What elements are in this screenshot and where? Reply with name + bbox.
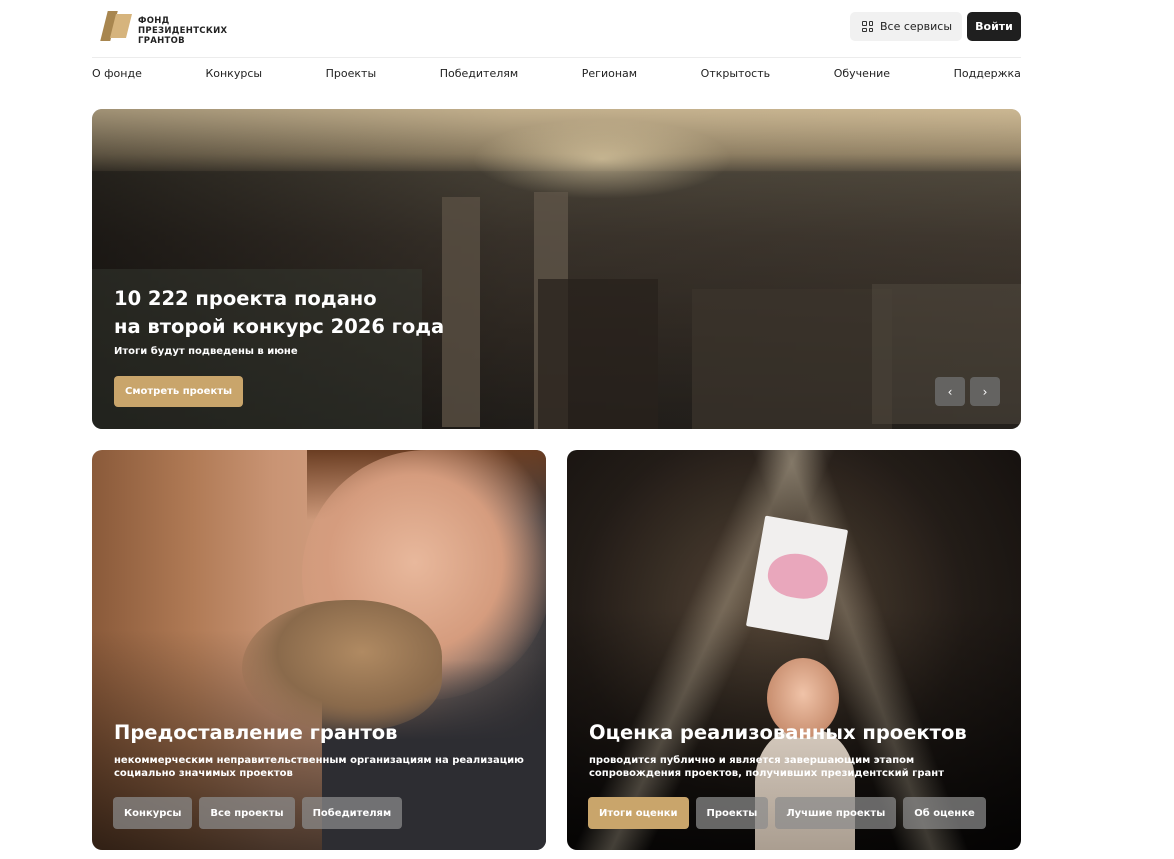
view-projects-button[interactable]: Смотреть проекты [114, 376, 244, 407]
nav-item-regions[interactable]: Регионам [582, 67, 637, 85]
projects-button[interactable]: Проекты [695, 797, 769, 829]
grants-card: Предоставление грантов некоммерческим не… [92, 450, 546, 850]
grants-card-buttons: Конкурсы Все проекты Победителям [113, 797, 403, 829]
hero-building [442, 197, 480, 427]
nav-item-projects[interactable]: Проекты [326, 67, 377, 85]
nav-item-about[interactable]: О фонде [92, 67, 142, 85]
logo[interactable]: ФОНД ПРЕЗИДЕНТСКИХ ГРАНТОВ [98, 6, 227, 46]
evaluation-card-buttons: Итоги оценки Проекты Лучшие проекты Об о… [588, 797, 986, 829]
hero-title: 10 222 проекта подано на второй конкурс … [114, 285, 444, 341]
slider-prev-button[interactable]: ‹ [935, 377, 965, 406]
all-projects-button[interactable]: Все проекты [199, 797, 295, 829]
main-nav: О фонде Конкурсы Проекты Победителям Рег… [92, 67, 1021, 85]
chevron-left-icon: ‹ [947, 384, 953, 399]
evaluation-card: Оценка реализованных проектов проводится… [567, 450, 1021, 850]
card-photo-child-body [755, 730, 855, 850]
nav-item-education[interactable]: Обучение [834, 67, 890, 85]
evaluation-card-description: проводится публично и является завершающ… [589, 755, 944, 779]
hero-title-line-2: на второй конкурс 2026 года [114, 315, 445, 338]
card-photo-puppy [242, 600, 442, 730]
hero-building [692, 289, 892, 429]
evaluation-card-title: Оценка реализованных проектов [589, 721, 967, 744]
hero-building [538, 279, 658, 429]
nav-item-openness[interactable]: Открытость [701, 67, 770, 85]
all-services-label: Все сервисы [880, 20, 953, 33]
hero-subtitle: Итоги будут подведены в июне [114, 346, 298, 357]
best-projects-button[interactable]: Лучшие проекты [775, 797, 897, 829]
all-services-button[interactable]: Все сервисы [850, 12, 963, 41]
hero-banner: 10 222 проекта подано на второй конкурс … [92, 109, 1021, 429]
login-button[interactable]: Войти [967, 12, 1021, 41]
site-header: ФОНД ПРЕЗИДЕНТСКИХ ГРАНТОВ Все сервисы В… [92, 0, 1021, 58]
slider-next-button[interactable]: › [970, 377, 1000, 406]
nav-item-winners[interactable]: Победителям [440, 67, 518, 85]
grants-card-title: Предоставление грантов [114, 721, 398, 744]
nav-item-support[interactable]: Поддержка [954, 67, 1021, 85]
evaluation-results-button[interactable]: Итоги оценки [588, 797, 689, 829]
hero-title-line-1: 10 222 проекта подано [114, 287, 377, 310]
about-evaluation-button[interactable]: Об оценке [903, 797, 986, 829]
logo-mark-icon [98, 11, 132, 41]
contests-button[interactable]: Конкурсы [113, 797, 193, 829]
winners-button[interactable]: Победителям [301, 797, 403, 829]
grants-card-description: некоммерческим неправительственным орган… [114, 755, 524, 779]
nav-item-contests[interactable]: Конкурсы [205, 67, 262, 85]
grid-icon [862, 21, 873, 32]
hero-sun-glow [472, 119, 732, 199]
logo-text: ФОНД ПРЕЗИДЕНТСКИХ ГРАНТОВ [138, 16, 228, 46]
chevron-right-icon: › [982, 384, 988, 399]
